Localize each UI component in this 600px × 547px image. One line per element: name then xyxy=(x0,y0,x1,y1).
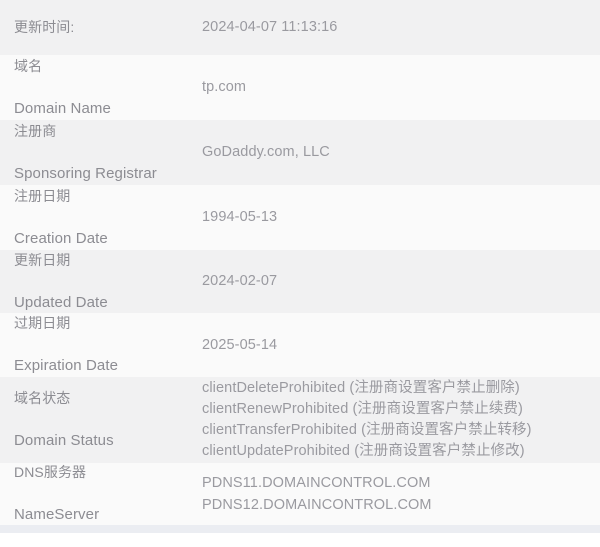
row-value-domain-status: clientDeleteProhibited (注册商设置客户禁止删除) cli… xyxy=(202,380,532,459)
row-label-cn: DNS服务器 xyxy=(14,464,87,480)
whois-info-table: 更新时间: 2024-04-07 11:13:16 域名 Domain Name… xyxy=(0,0,600,533)
row-value-updated-date: 2024-02-07 xyxy=(202,273,278,289)
row-label-cn: 注册日期 xyxy=(14,187,71,204)
row-value-name-server: PDNS11.DOMAINCONTROL.COM PDNS12.DOMAINCO… xyxy=(202,475,432,513)
row-value-creation-date: 1994-05-13 xyxy=(202,209,278,225)
bottom-divider-strip xyxy=(0,525,600,533)
row-value-update-time: 2024-04-07 11:13:16 xyxy=(202,19,338,35)
row-label-cn: 域名状态 xyxy=(14,390,71,406)
row-value-domain-name: tp.com xyxy=(202,79,247,95)
whois-row-name-server: DNS服务器 NameServer PDNS11.DOMAINCONTROL.C… xyxy=(0,463,600,525)
row-label-cn: 更新日期 xyxy=(14,251,71,268)
row-value-expiration-date: 2025-05-14 xyxy=(202,336,278,353)
row-label-cn: 注册商 xyxy=(14,122,57,139)
row-label-en: NameServer xyxy=(14,506,100,523)
row-label-cn: 过期日期 xyxy=(14,315,71,331)
row-label-cn: 域名 xyxy=(14,57,43,74)
row-value-sponsoring-registrar: GoDaddy.com, LLC xyxy=(202,144,330,160)
